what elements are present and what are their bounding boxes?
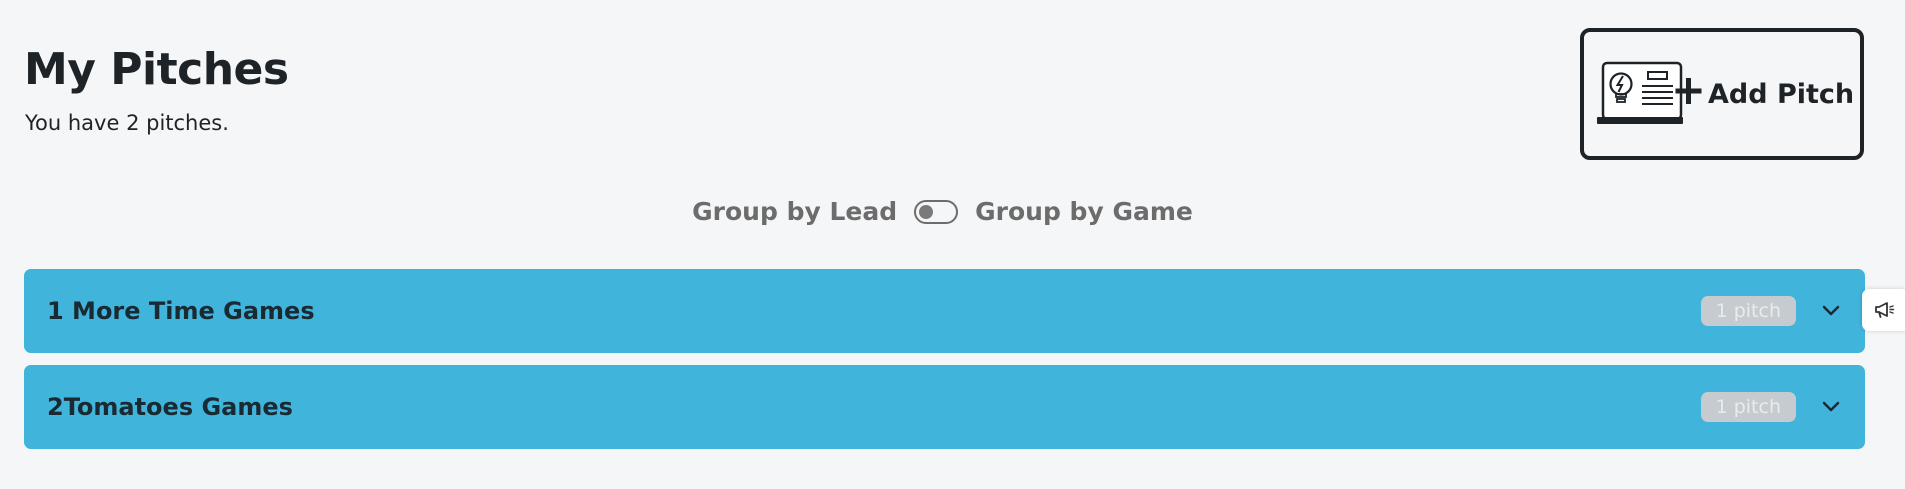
group-by-game-label[interactable]: Group by Game: [975, 197, 1193, 226]
pitch-presentation-icon: [1597, 61, 1702, 124]
pitch-count-badge: 1 pitch: [1700, 296, 1796, 326]
group-mode-switch[interactable]: [914, 199, 959, 224]
group-row-2tomatoes-games[interactable]: 2Tomatoes Games 1 pitch: [24, 365, 1865, 449]
chevron-down-icon[interactable]: [1821, 304, 1841, 318]
page-title: My Pitches: [24, 44, 289, 95]
feedback-tab[interactable]: [1862, 289, 1905, 331]
group-by-lead-label[interactable]: Group by Lead: [692, 197, 897, 226]
add-pitch-button[interactable]: Add Pitch: [1580, 28, 1864, 160]
grouping-toggle-bar: Group by Lead Group by Game: [0, 197, 1885, 226]
group-row-1-more-time-games[interactable]: 1 More Time Games 1 pitch: [24, 269, 1865, 353]
pitch-count-badge: 1 pitch: [1700, 392, 1796, 422]
pitch-count-text: You have 2 pitches.: [25, 111, 229, 135]
chevron-down-icon[interactable]: [1821, 400, 1841, 414]
megaphone-icon: [1874, 302, 1894, 318]
add-pitch-label: Add Pitch: [1708, 78, 1855, 110]
group-name: 1 More Time Games: [47, 297, 315, 325]
group-name: 2Tomatoes Games: [47, 393, 293, 421]
switch-knob: [919, 204, 934, 219]
